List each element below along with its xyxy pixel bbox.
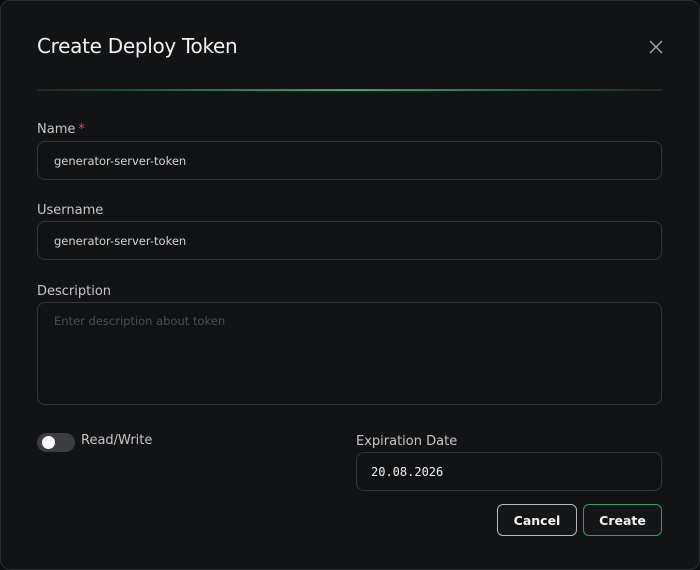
username-input[interactable]: generator-server-token <box>37 221 662 260</box>
description-label: Description <box>37 284 112 299</box>
read-write-toggle[interactable] <box>37 433 75 452</box>
username-value: generator-server-token <box>54 233 187 248</box>
description-textarea[interactable]: Enter description about token <box>37 302 662 405</box>
expiration-date-input[interactable]: 20.08.2026 <box>356 452 662 491</box>
description-placeholder: Enter description about token <box>54 314 226 328</box>
dialog-title: Create Deploy Token <box>37 34 238 58</box>
create-button[interactable]: Create <box>583 504 662 536</box>
close-icon[interactable] <box>647 38 665 56</box>
create-deploy-token-dialog: Create Deploy Token Name * generator-serv… <box>0 0 700 570</box>
expiration-date-value: 20.08.2026 <box>371 464 444 479</box>
required-mark: * <box>78 122 85 137</box>
name-label: Name * <box>37 122 85 137</box>
cancel-button[interactable]: Cancel <box>497 504 577 536</box>
read-write-label: Read/Write <box>81 433 153 448</box>
username-label: Username <box>37 203 104 218</box>
header-divider <box>37 89 662 91</box>
name-value: generator-server-token <box>54 153 187 168</box>
toggle-knob <box>42 436 55 449</box>
name-input[interactable]: generator-server-token <box>37 141 662 180</box>
expiration-date-label: Expiration Date <box>356 434 458 449</box>
